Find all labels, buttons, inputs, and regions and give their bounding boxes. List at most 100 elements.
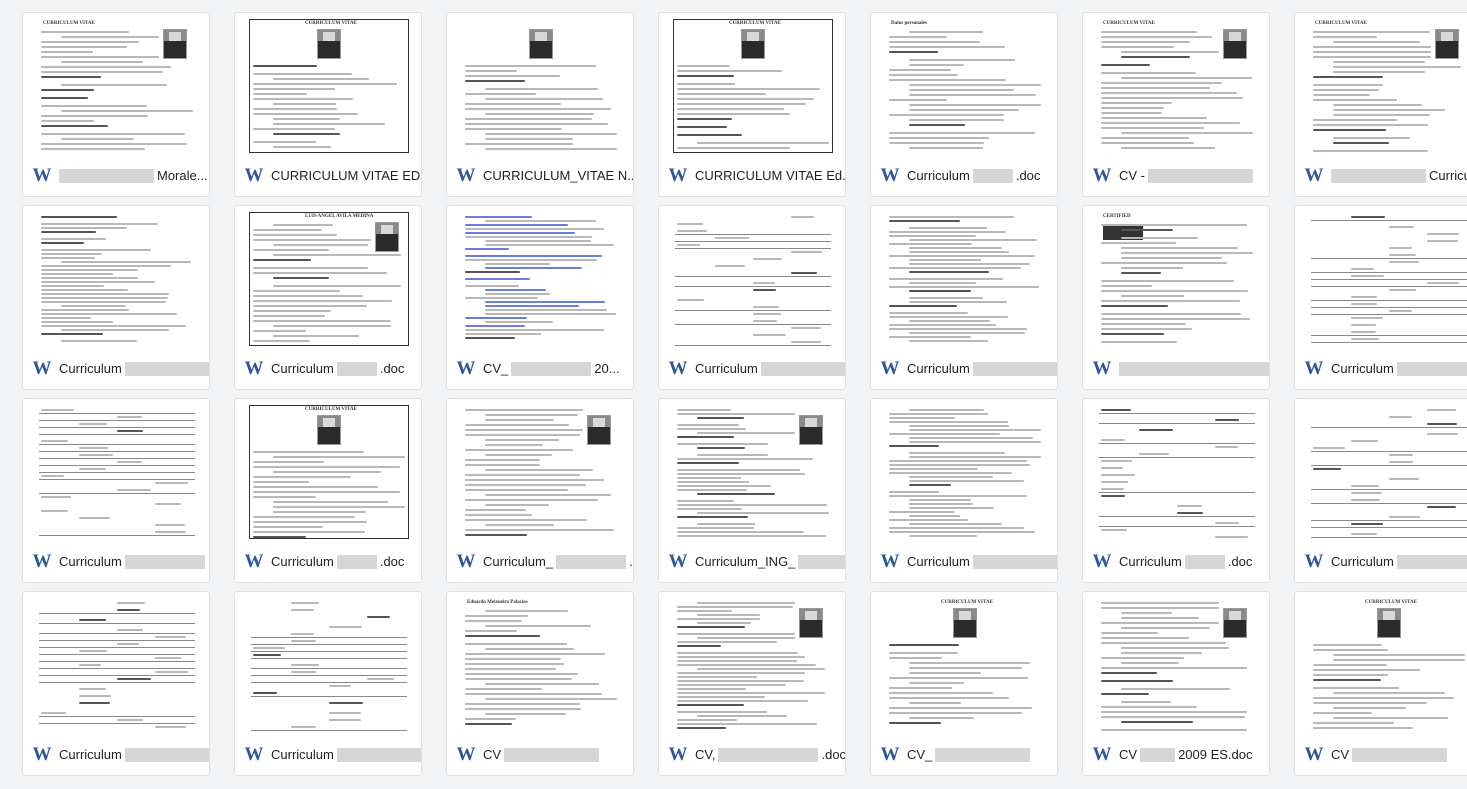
file-card[interactable]: CURRICULUM VITAE W CV (1294, 591, 1467, 776)
file-thumbnail[interactable] (1083, 399, 1269, 543)
file-card[interactable]: Datos personales W Curriculum .doc (870, 12, 1058, 197)
file-name[interactable]: CURRICULUM VITAE Ed... (695, 168, 845, 183)
file-card[interactable]: W CURRICULUM_VITAE N... (446, 12, 634, 197)
file-name[interactable]: Curriculum_ .doc (483, 554, 633, 569)
file-footer[interactable]: W Curriculum .doc (871, 155, 1057, 196)
file-name[interactable]: Curriculum (695, 361, 845, 376)
file-thumbnail[interactable] (23, 399, 209, 543)
file-card[interactable]: LUIS ANGEL AVILA MEDINA W Curriculum .doc (234, 205, 422, 390)
file-name[interactable]: Curriculum (271, 747, 421, 762)
file-thumbnail[interactable]: CURRICULUM VITAE (1295, 592, 1467, 736)
file-card[interactable]: W CV_ 20... (446, 205, 634, 390)
file-thumbnail[interactable]: CURRICULUM VITAE (23, 13, 209, 157)
file-footer[interactable]: W Curriculum (659, 348, 845, 389)
file-thumbnail[interactable]: CURRICULUM VITAE (235, 13, 421, 157)
file-thumbnail[interactable] (447, 206, 633, 350)
file-name[interactable]: Curriculum (1331, 361, 1467, 376)
file-thumbnail[interactable]: CURRICULUM VITAE (871, 592, 1057, 736)
file-footer[interactable]: W Curriculum .doc (235, 541, 421, 582)
file-card[interactable]: CURRICULUM VITAE W CURRICULUM VITAE ED... (234, 12, 422, 197)
file-footer[interactable]: W CV (447, 734, 633, 775)
file-name[interactable]: Curriculum (907, 554, 1057, 569)
file-name[interactable]: Curriculum (59, 747, 209, 762)
file-card[interactable]: W Curriculum (22, 398, 210, 583)
file-card[interactable]: W Curriculum (22, 205, 210, 390)
file-thumbnail[interactable]: CURRICULUM VITAE (1083, 13, 1269, 157)
file-footer[interactable]: W Curricul... (1295, 155, 1467, 196)
file-card[interactable]: W Curriculum (234, 591, 422, 776)
file-footer[interactable]: W Curriculum (235, 734, 421, 775)
file-card[interactable]: W Curriculum (1294, 398, 1467, 583)
file-name[interactable]: Curriculum .doc (271, 361, 404, 376)
file-card[interactable]: W Curriculum_ .doc (446, 398, 634, 583)
file-name[interactable]: CV, .doc (695, 747, 845, 762)
file-thumbnail[interactable]: Eduardo Meixueiro Palacios (447, 592, 633, 736)
file-thumbnail[interactable] (659, 399, 845, 543)
file-thumbnail[interactable] (23, 206, 209, 350)
file-name[interactable]: Curriculum .doc (271, 554, 404, 569)
file-footer[interactable]: W CURRICULUM VITAE ED... (235, 155, 421, 196)
file-thumbnail[interactable] (1295, 206, 1467, 350)
file-card[interactable]: W CV, .doc (658, 591, 846, 776)
file-name[interactable]: Curriculum (59, 361, 209, 376)
file-name[interactable] (1119, 361, 1269, 376)
file-footer[interactable]: W Curriculum (1295, 541, 1467, 582)
file-name[interactable]: Curricul... (1331, 168, 1467, 183)
file-footer[interactable]: W (1083, 348, 1269, 389)
file-thumbnail[interactable] (1083, 592, 1269, 736)
file-name[interactable]: CURRICULUM VITAE ED... (271, 168, 421, 183)
file-card[interactable]: W Curriculum (1294, 205, 1467, 390)
file-footer[interactable]: W CV (1295, 734, 1467, 775)
file-footer[interactable]: W Morale... (23, 155, 209, 196)
file-name[interactable]: CV 2009 ES.doc (1119, 747, 1253, 762)
file-name[interactable]: Morale... (59, 168, 208, 183)
file-card[interactable]: W Curriculum (870, 398, 1058, 583)
file-name[interactable]: Curriculum .doc (907, 168, 1040, 183)
file-card[interactable]: W Curriculum .doc (1082, 398, 1270, 583)
file-thumbnail[interactable]: Datos personales (871, 13, 1057, 157)
file-footer[interactable]: W CURRICULUM_VITAE N... (447, 155, 633, 196)
file-thumbnail[interactable]: CURRICULUM VITAE (235, 399, 421, 543)
file-card[interactable]: CERTIFIED W (1082, 205, 1270, 390)
file-thumbnail[interactable] (447, 399, 633, 543)
file-card[interactable]: Eduardo Meixueiro Palacios W CV (446, 591, 634, 776)
file-footer[interactable]: W Curriculum (23, 734, 209, 775)
file-footer[interactable]: W CV_ 20... (447, 348, 633, 389)
file-card[interactable]: CURRICULUM VITAE W Curricul... (1294, 12, 1467, 197)
file-thumbnail[interactable] (871, 399, 1057, 543)
file-card[interactable]: CURRICULUM VITAE W CV_ (870, 591, 1058, 776)
file-footer[interactable]: W CURRICULUM VITAE Ed... (659, 155, 845, 196)
file-name[interactable]: CV_ (907, 747, 1031, 762)
file-footer[interactable]: W Curriculum (23, 348, 209, 389)
file-footer[interactable]: W CV_ (871, 734, 1057, 775)
file-card[interactable]: W Curriculum (22, 591, 210, 776)
file-thumbnail[interactable] (659, 592, 845, 736)
file-thumbnail[interactable] (659, 206, 845, 350)
file-card[interactable]: W Curriculum (658, 205, 846, 390)
file-footer[interactable]: W Curriculum (23, 541, 209, 582)
file-footer[interactable]: W CV, .doc (659, 734, 845, 775)
file-name[interactable]: Curriculum (907, 361, 1057, 376)
file-footer[interactable]: W Curriculum_ING_ (659, 541, 845, 582)
file-footer[interactable]: W Curriculum (871, 541, 1057, 582)
file-thumbnail[interactable]: CERTIFIED (1083, 206, 1269, 350)
file-name[interactable]: CV (483, 747, 600, 762)
file-card[interactable]: CURRICULUM VITAE W CURRICULUM VITAE Ed... (658, 12, 846, 197)
file-card[interactable]: CURRICULUM VITAE W Curriculum .doc (234, 398, 422, 583)
file-thumbnail[interactable] (235, 592, 421, 736)
file-footer[interactable]: W Curriculum_ .doc (447, 541, 633, 582)
file-thumbnail[interactable] (447, 13, 633, 157)
file-card[interactable]: CURRICULUM VITAE W Morale... (22, 12, 210, 197)
file-footer[interactable]: W CV - (1083, 155, 1269, 196)
file-thumbnail[interactable]: CURRICULUM VITAE (1295, 13, 1467, 157)
file-footer[interactable]: W Curriculum (1295, 348, 1467, 389)
file-footer[interactable]: W CV 2009 ES.doc (1083, 734, 1269, 775)
file-name[interactable]: Curriculum (59, 554, 205, 569)
file-card[interactable]: W CV 2009 ES.doc (1082, 591, 1270, 776)
file-name[interactable]: Curriculum .doc (1119, 554, 1252, 569)
file-name[interactable]: Curriculum_ING_ (695, 554, 845, 569)
file-footer[interactable]: W Curriculum .doc (1083, 541, 1269, 582)
file-card[interactable]: W Curriculum (870, 205, 1058, 390)
file-card[interactable]: W Curriculum_ING_ (658, 398, 846, 583)
file-thumbnail[interactable] (1295, 399, 1467, 543)
